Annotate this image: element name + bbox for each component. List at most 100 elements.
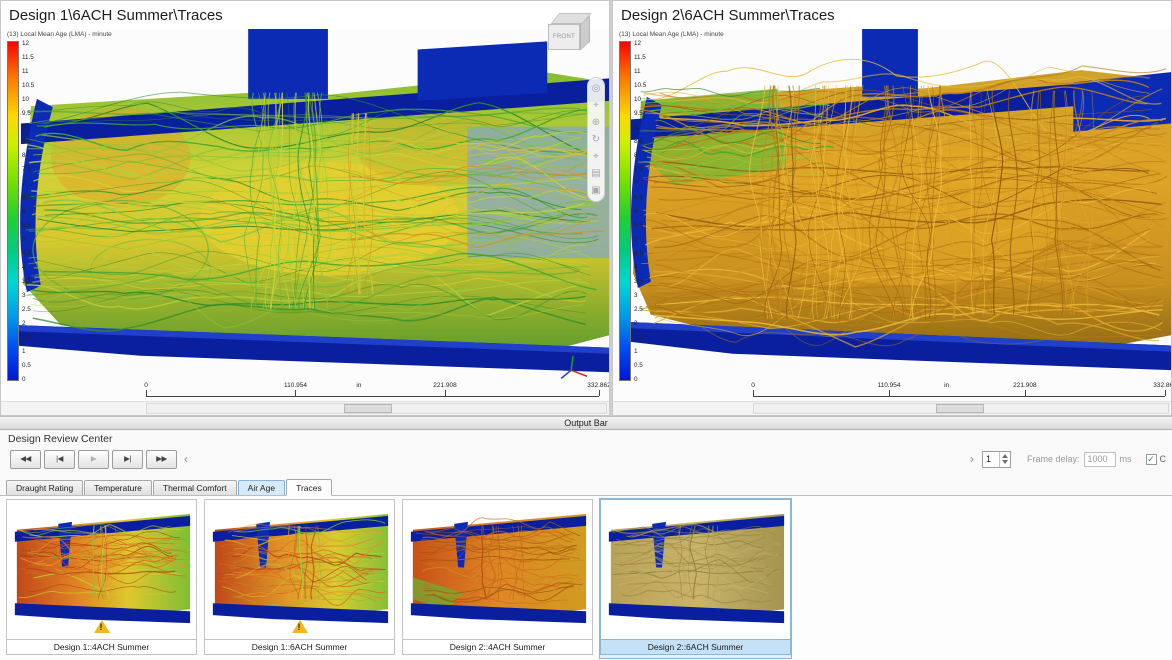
legend-tick: 6.5 — [22, 195, 34, 201]
frame-delay-label: Frame delay: — [1027, 454, 1080, 464]
walk-icon[interactable]: ▤ — [591, 168, 600, 179]
legend-tick: 3.5 — [634, 279, 646, 285]
rewind-button[interactable]: ◀◀ — [10, 450, 41, 469]
thumbnail-caption: Design 2::6ACH Summer — [600, 640, 791, 655]
legend-tick: 10.5 — [634, 83, 646, 89]
warning-icon — [292, 620, 308, 633]
step-back-button[interactable]: |◀ — [44, 450, 75, 469]
fast-forward-button[interactable]: ▶▶ — [146, 450, 177, 469]
frame-number-input[interactable] — [983, 454, 999, 464]
scale-label: 110.954 — [877, 382, 900, 389]
design-review-center-title: Design Review Center — [0, 430, 1172, 447]
legend-tick: 10 — [634, 97, 646, 103]
legend-tick: 5.5 — [634, 223, 646, 229]
result-tabs: Draught Rating Temperature Thermal Comfo… — [0, 479, 1172, 496]
scale-line — [753, 391, 1165, 397]
spinner-down-icon[interactable] — [1002, 460, 1008, 464]
legend-tick: 4 — [634, 265, 646, 271]
legend-tick: 4.5 — [22, 251, 34, 257]
collapse-right-icon[interactable]: › — [970, 452, 974, 466]
scrollbar-thumb[interactable] — [344, 404, 392, 413]
scale-label: 221.908 — [433, 382, 457, 389]
orbit-icon[interactable]: ↻ — [592, 134, 600, 145]
legend-tick: 6 — [22, 209, 34, 215]
legend-tick: 7.5 — [634, 167, 646, 173]
camera-icon[interactable]: ▣ — [591, 185, 600, 196]
thumbnail-caption: Design 1::4ACH Summer — [6, 640, 197, 655]
legend-tick: 2 — [634, 321, 646, 327]
scale-line — [146, 391, 599, 397]
legend-tick: 9.5 — [22, 111, 34, 117]
legend-tick: 6.5 — [634, 195, 646, 201]
viewport-area: Design 1\6ACH Summer\Traces — [0, 0, 1172, 416]
legend-tick: 5 — [22, 237, 34, 243]
legend-tick: 8.5 — [22, 139, 34, 145]
legend-tick: 3 — [22, 293, 34, 299]
design-review-center-panel: Design Review Center ◀◀ |◀ ▶ ▶| ▶▶ ‹ › F… — [0, 430, 1172, 660]
zoom-icon[interactable]: ⊕ — [592, 117, 600, 128]
app-window: Design 1\6ACH Summer\Traces — [0, 0, 1172, 660]
legend-tick: 0 — [22, 377, 34, 383]
legend-tick: 7 — [634, 181, 646, 187]
legend-tick: 7 — [22, 181, 34, 187]
cycle-checkbox[interactable]: ✓ — [1146, 454, 1157, 465]
step-forward-button[interactable]: ▶| — [112, 450, 143, 469]
thumbnail-caption: Design 2::4ACH Summer — [402, 640, 593, 655]
frame-delay-unit: ms — [1120, 454, 1132, 464]
tab-draught-rating[interactable]: Draught Rating — [6, 480, 83, 495]
legend-tick: 1.5 — [634, 335, 646, 341]
output-bar[interactable]: Output Bar — [0, 416, 1172, 430]
tab-air-age[interactable]: Air Age — [238, 480, 285, 495]
scale-label: 0 — [751, 382, 755, 389]
frame-number-spinner[interactable] — [982, 451, 1011, 468]
horizontal-scrollbar[interactable] — [753, 403, 1169, 414]
legend-tick: 12 — [634, 41, 646, 47]
steering-wheel-icon[interactable]: ◎ — [592, 83, 601, 94]
tab-temperature[interactable]: Temperature — [84, 480, 152, 495]
legend-title: (13) Local Mean Age (LMA) - minute — [619, 31, 724, 38]
legend-tick: 11.5 — [22, 55, 34, 61]
scale-label: 332.862 — [1153, 382, 1171, 389]
legend-tick: 7.5 — [22, 167, 34, 173]
horizontal-scrollbar[interactable] — [146, 403, 607, 414]
thumbnail-design1-4ach[interactable]: Design 1::4ACH Summer — [5, 498, 198, 659]
play-button[interactable]: ▶ — [78, 450, 109, 469]
view-cube-front-face[interactable]: FRONT — [548, 24, 580, 50]
legend-tick: 5 — [634, 237, 646, 243]
viewport-scroll-area — [613, 401, 1171, 415]
pan-icon[interactable]: + — [593, 100, 599, 111]
scrollbar-thumb[interactable] — [936, 404, 984, 413]
scale-label: 332.862 — [587, 382, 609, 389]
legend-tick: 8 — [22, 153, 34, 159]
legend-tick: 11 — [22, 69, 34, 75]
legend-colorbar — [7, 41, 19, 381]
legend-tick: 5.5 — [22, 223, 34, 229]
thumbnail-design1-6ach[interactable]: Design 1::6ACH Summer — [203, 498, 396, 659]
frame-delay-input[interactable] — [1084, 452, 1116, 467]
thumbnail-design2-6ach[interactable]: Design 2::6ACH Summer — [599, 498, 792, 659]
tab-traces[interactable]: Traces — [286, 479, 332, 496]
legend-ticks: 1211.51110.5109.598.587.576.565.554.543.… — [22, 41, 34, 383]
cfd-canvas-design-2[interactable]: (13) Local Mean Age (LMA) - minute 1211.… — [613, 29, 1171, 401]
spinner-up-icon[interactable] — [1002, 454, 1008, 458]
collapse-left-icon[interactable]: ‹ — [184, 452, 188, 466]
legend-tick: 11 — [634, 69, 646, 75]
tab-thermal-comfort[interactable]: Thermal Comfort — [153, 480, 237, 495]
legend-colorbar — [619, 41, 631, 381]
thumbnail-image — [402, 499, 593, 640]
legend-tick: 4.5 — [634, 251, 646, 257]
legend-tick: 9.5 — [634, 111, 646, 117]
legend-tick: 2 — [22, 321, 34, 327]
look-icon[interactable]: ⌖ — [593, 151, 599, 162]
warning-icon — [94, 620, 110, 633]
legend-tick: 0.5 — [634, 363, 646, 369]
cfd-canvas-design-1[interactable]: (13) Local Mean Age (LMA) - minute 1211.… — [1, 29, 609, 401]
thumbnail-image — [204, 499, 395, 640]
scale-label: 221.908 — [1013, 382, 1037, 389]
legend-tick: 6 — [634, 209, 646, 215]
scale-bar: 0 110.954 in 221.908 332.862 — [753, 382, 1165, 398]
thumbnail-design2-4ach[interactable]: Design 2::4ACH Summer — [401, 498, 594, 659]
legend-tick: 3.5 — [22, 279, 34, 285]
view-cube[interactable]: FRONT — [547, 13, 595, 57]
thumbnail-image — [6, 499, 197, 640]
